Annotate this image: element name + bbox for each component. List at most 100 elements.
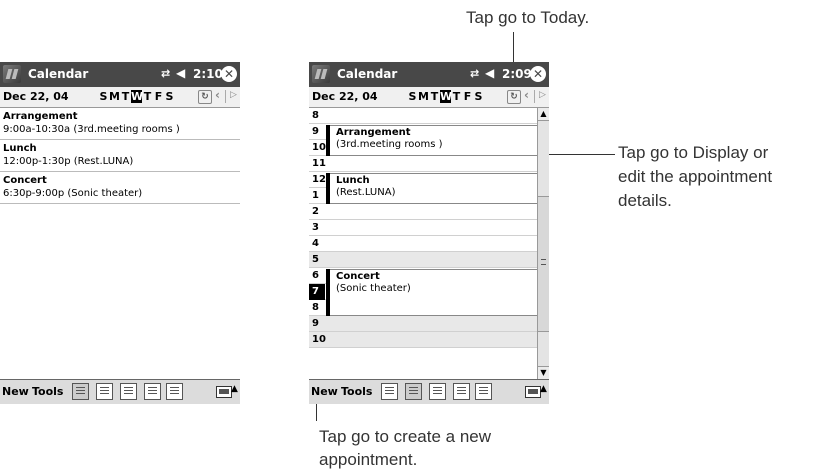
hour-label: 11	[312, 158, 326, 169]
date-label[interactable]: Dec 22, 04	[312, 90, 378, 103]
keyboard-icon[interactable]	[216, 386, 232, 398]
hour-row[interactable]: 2	[309, 204, 537, 220]
appointment-title: Lunch	[336, 175, 370, 186]
day-sun[interactable]: S	[407, 90, 418, 103]
hour-label: 9	[312, 126, 319, 137]
tools-menu[interactable]: Tools	[32, 385, 63, 398]
day-view-icon[interactable]	[405, 383, 422, 400]
day-wed[interactable]: W	[440, 90, 452, 103]
close-icon[interactable]: ✕	[530, 66, 546, 82]
day-sat[interactable]: S	[473, 90, 484, 103]
scroll-thumb[interactable]	[538, 196, 549, 332]
prev-day-icon[interactable]: ‹	[524, 88, 529, 102]
new-menu[interactable]: New	[2, 385, 29, 398]
date-label[interactable]: Dec 22, 04	[3, 90, 69, 103]
connectivity-icon[interactable]: ⇄	[161, 67, 170, 80]
today-icon[interactable]: ↻	[507, 90, 521, 104]
item-title: Arrangement	[3, 111, 78, 122]
hour-row[interactable]: 8	[309, 108, 537, 124]
menu-bar: New Tools ▲	[0, 379, 240, 404]
hour-row[interactable]: 10	[309, 332, 537, 348]
item-detail: 6:30p-9:00p (Sonic theater)	[3, 188, 143, 199]
day-sat[interactable]: S	[164, 90, 175, 103]
clock[interactable]: 2:09	[502, 67, 532, 81]
windows-start-icon[interactable]	[3, 65, 21, 83]
scroll-grip-icon	[541, 259, 546, 265]
hour-label: 2	[312, 206, 319, 217]
hour-row[interactable]: 4	[309, 236, 537, 252]
close-icon[interactable]: ✕	[221, 66, 237, 82]
week-day-strip: S M T WT F S	[98, 90, 175, 103]
day-sun[interactable]: S	[98, 90, 109, 103]
separator	[534, 90, 535, 103]
hour-row[interactable]: 11	[309, 156, 537, 172]
windows-start-icon[interactable]	[312, 65, 330, 83]
new-menu[interactable]: New	[311, 385, 338, 398]
hour-row[interactable]: 3	[309, 220, 537, 236]
next-day-icon[interactable]: ▷	[539, 90, 546, 100]
callout-display-2: edit the appointment	[618, 167, 773, 186]
scroll-down-icon[interactable]: ▼	[538, 366, 549, 379]
hour-label: 4	[312, 238, 319, 249]
vertical-scrollbar[interactable]: ▲ ▼	[537, 108, 549, 379]
appointment-block[interactable]: Concert (Sonic theater)	[326, 269, 549, 316]
next-day-icon[interactable]: ▷	[230, 90, 237, 100]
day-fri[interactable]: F	[153, 90, 164, 103]
month-view-icon[interactable]	[144, 383, 161, 400]
agenda-view-icon[interactable]	[381, 383, 398, 400]
day-tue[interactable]: T	[429, 90, 440, 103]
date-bar: Dec 22, 04 S M T WT F S ↻ ‹ ▷	[0, 87, 240, 108]
agenda-view-icon[interactable]	[72, 383, 89, 400]
day-grid: 8 9 10 11 12 1 2 3 4 5 6 7 8 9 10 Arrang…	[309, 108, 549, 379]
month-view-icon[interactable]	[453, 383, 470, 400]
day-fri[interactable]: F	[462, 90, 473, 103]
tools-menu[interactable]: Tools	[341, 385, 372, 398]
appointment-block[interactable]: Arrangement (3rd.meeting rooms )	[326, 125, 549, 156]
today-icon[interactable]: ↻	[198, 90, 212, 104]
appointment-title: Concert	[336, 271, 380, 282]
list-item[interactable]: Concert 6:30p-9:00p (Sonic theater)	[0, 172, 240, 204]
list-item[interactable]: Lunch 12:00p-1:30p (Rest.LUNA)	[0, 140, 240, 172]
callout-today: Tap go to Today.	[466, 8, 590, 27]
input-arrow-icon[interactable]: ▲	[540, 384, 547, 394]
item-title: Lunch	[3, 143, 37, 154]
hour-label: 6	[312, 270, 319, 281]
day-mon[interactable]: M	[109, 90, 120, 103]
day-view-icon[interactable]	[96, 383, 113, 400]
input-arrow-icon[interactable]: ▲	[231, 384, 238, 394]
hour-row[interactable]: 5	[309, 252, 537, 268]
day-wed[interactable]: W	[131, 90, 143, 103]
hour-label: 8	[312, 110, 319, 121]
hour-label: 9	[312, 318, 319, 329]
week-view-icon[interactable]	[120, 383, 137, 400]
date-bar: Dec 22, 04 S M T WT F S ↻ ‹ ▷	[309, 87, 549, 108]
day-tue[interactable]: T	[120, 90, 131, 103]
item-title: Concert	[3, 175, 47, 186]
hour-label: 1	[312, 190, 319, 201]
scroll-up-icon[interactable]: ▲	[538, 108, 549, 121]
connectivity-icon[interactable]: ⇄	[470, 67, 479, 80]
volume-icon[interactable]: ◀	[485, 66, 494, 80]
appointment-block[interactable]: Lunch (Rest.LUNA)	[326, 173, 549, 204]
day-mon[interactable]: M	[418, 90, 429, 103]
clock[interactable]: 2:10	[193, 67, 223, 81]
hour-label: 8	[312, 302, 319, 313]
week-view-icon[interactable]	[429, 383, 446, 400]
hour-label: 3	[312, 222, 319, 233]
day-thu[interactable]: T	[451, 90, 462, 103]
title-bar: Calendar ⇄ ◀ 2:10 ✕	[0, 62, 240, 87]
list-item[interactable]: Arrangement 9:00a-10:30a (3rd.meeting ro…	[0, 108, 240, 140]
year-view-icon[interactable]	[475, 383, 492, 400]
hour-label: 10	[312, 142, 326, 153]
prev-day-icon[interactable]: ‹	[215, 88, 220, 102]
appointment-title: Arrangement	[336, 127, 411, 138]
hour-row[interactable]: 9	[309, 316, 537, 332]
current-hour-label: 7	[309, 284, 325, 300]
keyboard-icon[interactable]	[525, 386, 541, 398]
appointment-detail: (Sonic theater)	[336, 283, 411, 294]
calendar-day-screen: Calendar ⇄ ◀ 2:09 ✕ Dec 22, 04 S M T WT F S ↻…	[309, 62, 549, 404]
volume-icon[interactable]: ◀	[176, 66, 185, 80]
day-thu[interactable]: T	[142, 90, 153, 103]
year-view-icon[interactable]	[166, 383, 183, 400]
agenda-list: Arrangement 9:00a-10:30a (3rd.meeting ro…	[0, 108, 240, 379]
